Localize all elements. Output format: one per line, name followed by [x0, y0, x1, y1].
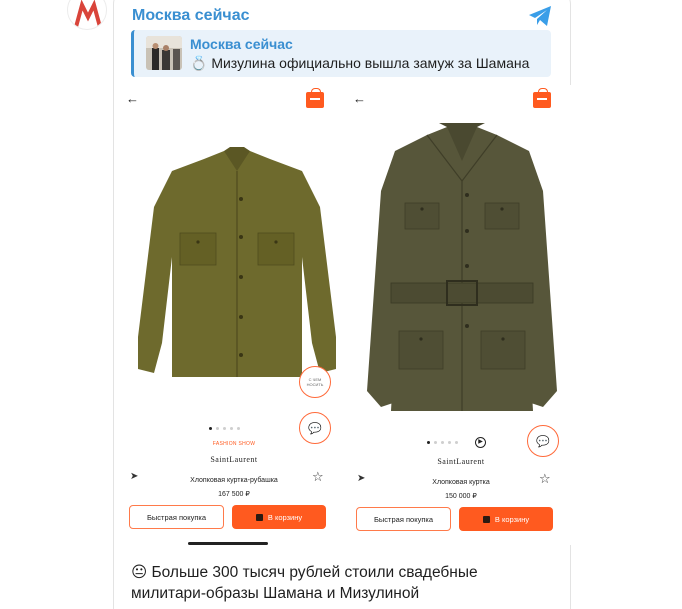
product-name: Хлопковая куртка-рубашка: [190, 477, 278, 484]
product-name: Хлопковая куртка: [432, 479, 490, 486]
add-to-cart-button[interactable]: В корзину: [232, 505, 326, 529]
quick-buy-button[interactable]: Быстрая покупка: [129, 505, 224, 529]
home-indicator: [188, 542, 268, 545]
shopping-bag-icon[interactable]: [306, 88, 324, 108]
product-card-left: ← С ЧЕМ НОСИТЬ 💬 FASHION SHOW SaintLaure…: [120, 85, 348, 545]
quote-title: Москва сейчас: [190, 36, 293, 52]
shopping-bag-icon[interactable]: [533, 88, 551, 108]
belted-jacket-image[interactable]: [357, 121, 567, 421]
brand-logo: SaintLaurent: [437, 457, 485, 466]
back-arrow-icon[interactable]: ←: [126, 91, 139, 106]
product-price: 150 000 ₽: [445, 493, 477, 500]
image-carousel-dots[interactable]: [427, 441, 458, 444]
chat-icon: 💬: [536, 435, 550, 448]
message-caption: 😐 Больше 300 тысяч рублей стоили свадебн…: [131, 564, 478, 602]
cart-bag-icon: [255, 513, 263, 521]
chat-icon: 💬: [308, 422, 322, 435]
chat-button[interactable]: 💬: [299, 412, 331, 444]
fashion-show-tag: FASHION SHOW: [212, 441, 256, 447]
telegram-icon: [529, 6, 551, 26]
product-card-right: ← 💬 ▶ SaintLaurent ➤ ☆ Хлопковая куртка …: [347, 85, 575, 545]
quote-thumbnail: [146, 36, 182, 70]
back-arrow-icon[interactable]: ←: [353, 91, 366, 106]
add-to-cart-button[interactable]: В корзину: [459, 507, 553, 531]
brand-logo: SaintLaurent: [210, 455, 258, 464]
quick-buy-button[interactable]: Быстрая покупка: [356, 507, 451, 531]
shirt-jacket-image[interactable]: [132, 147, 342, 387]
play-video-icon[interactable]: ▶: [475, 437, 486, 448]
image-carousel-dots[interactable]: [209, 427, 240, 430]
quote-text: 💍 Мизулина официально вышла замуж за Шам…: [190, 55, 530, 71]
product-price: 167 500 ₽: [218, 491, 250, 498]
cart-bag-icon: [482, 515, 490, 523]
reply-quote[interactable]: Москва сейчас 💍 Мизулина официально вышл…: [131, 30, 551, 77]
channel-avatar[interactable]: [67, 0, 107, 30]
channel-name[interactable]: Москва сейчас: [132, 7, 249, 25]
channel-logo-icon: [74, 0, 102, 28]
chat-button[interactable]: 💬: [527, 425, 559, 457]
how-to-wear-button[interactable]: С ЧЕМ НОСИТЬ: [299, 366, 331, 398]
